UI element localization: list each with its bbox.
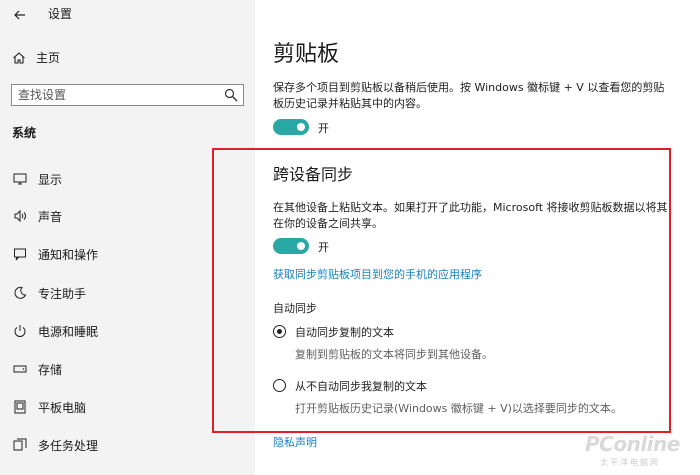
- monitor-icon: [13, 173, 27, 185]
- sidebar-item-label: 显示: [38, 172, 63, 187]
- clipboard-history-description: 保存多个项目到剪贴板以备稍后使用。按 Windows 徽标键 + V 以查看您的…: [273, 81, 665, 110]
- tablet-icon: [14, 400, 26, 414]
- search-input[interactable]: [18, 85, 213, 105]
- sidebar-item-notifications[interactable]: 通知和操作: [12, 244, 98, 264]
- sync-section-title: 跨设备同步: [273, 165, 354, 184]
- watermark: PConline 太平洋电脑网: [545, 432, 695, 472]
- clipboard-history-toggle[interactable]: [273, 119, 309, 135]
- home-icon: [13, 51, 25, 64]
- watermark-subtitle: 太平洋电脑网: [600, 458, 660, 467]
- radio-auto-sync-label[interactable]: 自动同步复制的文本: [295, 324, 394, 340]
- main-content: 剪贴板 保存多个项目到剪贴板以备稍后使用。按 Windows 徽标键 + V 以…: [255, 0, 700, 475]
- clipboard-history-toggle-label: 开: [318, 122, 329, 135]
- sidebar-item-power[interactable]: 电源和睡眠: [12, 321, 98, 341]
- multitask-icon: [13, 438, 27, 451]
- auto-sync-label: 自动同步: [273, 302, 317, 315]
- page-title: 剪贴板: [273, 42, 340, 67]
- sidebar-item-focus-assist[interactable]: 专注助手: [12, 283, 86, 303]
- app-title: 设置: [48, 7, 73, 21]
- get-phone-app-link[interactable]: 获取同步剪贴板项目到您的手机的应用程序: [273, 266, 482, 282]
- sidebar-item-tablet[interactable]: 平板电脑: [12, 397, 86, 417]
- sidebar-item-label: 通知和操作: [38, 247, 99, 262]
- sidebar-item-label: 多任务处理: [38, 438, 99, 453]
- sidebar-item-label: 专注助手: [38, 286, 87, 301]
- sidebar-item-display[interactable]: 显示: [12, 169, 62, 189]
- sync-toggle-label: 开: [318, 241, 329, 254]
- watermark-logo: PConline: [585, 432, 680, 456]
- radio-never-sync-description: 打开剪贴板历史记录(Windows 徽标键 + V)以选择要同步的文本。: [295, 402, 622, 415]
- radio-auto-sync[interactable]: [273, 325, 286, 338]
- radio-never-sync-label[interactable]: 从不自动同步我复制的文本: [295, 378, 427, 394]
- sidebar-item-home[interactable]: 主页: [12, 49, 60, 66]
- speaker-icon: [14, 209, 26, 223]
- back-button[interactable]: [10, 5, 30, 25]
- home-label: 主页: [36, 51, 61, 65]
- sidebar-item-sound[interactable]: 声音: [12, 206, 62, 226]
- power-icon: [14, 325, 26, 337]
- sync-description: 在其他设备上粘贴文本。如果打开了此功能，Microsoft 将接收剪贴板数据以将…: [273, 201, 668, 230]
- sidebar-item-label: 存储: [38, 362, 63, 377]
- radio-never-sync[interactable]: [273, 379, 286, 392]
- sidebar-item-multitasking[interactable]: 多任务处理: [12, 435, 98, 455]
- back-arrow-icon: [14, 10, 25, 20]
- sync-toggle[interactable]: [273, 238, 309, 254]
- radio-auto-sync-description: 复制到剪贴板的文本将同步到其他设备。: [295, 348, 493, 361]
- storage-icon: [13, 365, 27, 373]
- sidebar-item-label: 平板电脑: [38, 400, 87, 415]
- search-icon[interactable]: [224, 88, 238, 102]
- notification-icon: [14, 248, 26, 261]
- moon-icon: [14, 286, 27, 299]
- section-title-system: 系统: [12, 126, 37, 140]
- sidebar-item-label: 电源和睡眠: [38, 324, 99, 339]
- sidebar: 设置 主页 系统 显示 声音 通知和操作: [0, 0, 255, 475]
- search-box[interactable]: [11, 84, 244, 106]
- sidebar-item-storage[interactable]: 存储: [12, 359, 62, 379]
- privacy-statement-link[interactable]: 隐私声明: [273, 434, 317, 450]
- sidebar-item-label: 声音: [38, 209, 63, 224]
- settings-window: 设置 主页 系统 显示 声音 通知和操作: [0, 0, 700, 475]
